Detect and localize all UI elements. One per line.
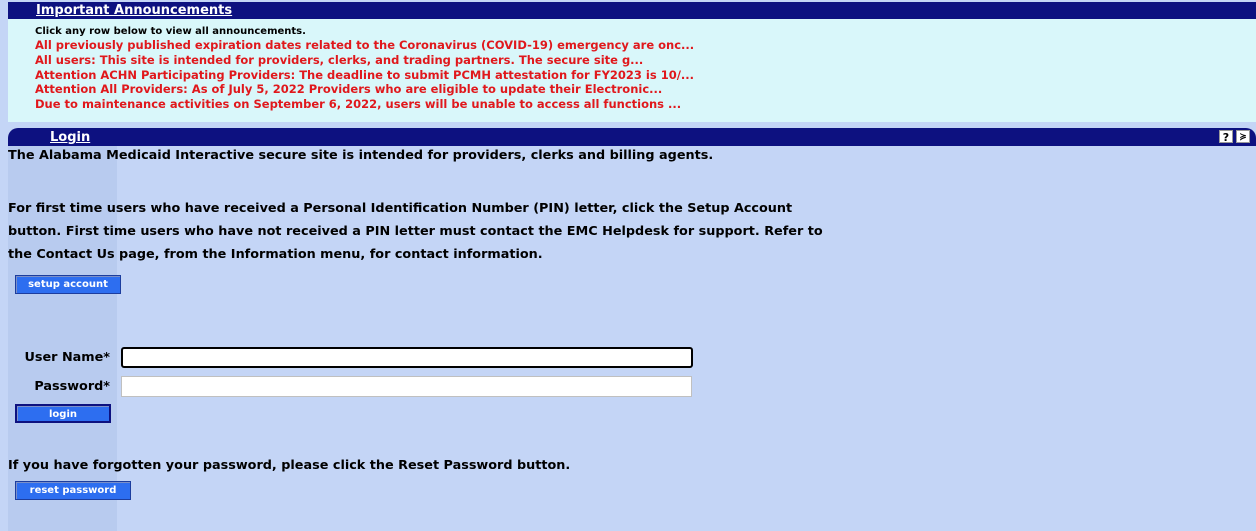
reset-password-button[interactable]: reset password	[15, 481, 131, 500]
forgot-password-text: If you have forgotten your password, ple…	[8, 458, 571, 473]
announcements-hint: Click any row below to view all announce…	[35, 26, 306, 37]
announcements-title: Important Announcements	[36, 3, 233, 18]
announcements-header: Important Announcements	[8, 2, 1256, 19]
username-label: User Name*	[24, 350, 110, 365]
announcement-row[interactable]: Attention ACHN Participating Providers: …	[35, 68, 1256, 83]
announcement-row[interactable]: Attention All Providers: As of July 5, 2…	[35, 82, 1256, 97]
announcements-panel: Click any row below to view all announce…	[8, 19, 1256, 122]
announcement-row[interactable]: Due to maintenance activities on Septemb…	[35, 97, 1256, 112]
login-header: Login ? ≽	[8, 128, 1256, 146]
username-input[interactable]	[121, 347, 693, 368]
login-button[interactable]: login	[15, 404, 111, 423]
announcement-row[interactable]: All previously published expiration date…	[35, 38, 1256, 53]
login-title: Login	[50, 130, 91, 145]
first-time-text-3: the Contact Us page, from the Informatio…	[8, 247, 543, 262]
password-label: Password*	[34, 379, 110, 394]
collapse-icon[interactable]: ≽	[1236, 130, 1250, 143]
intro-text: The Alabama Medicaid Interactive secure …	[8, 148, 714, 163]
announcement-row[interactable]: All users: This site is intended for pro…	[35, 53, 1256, 68]
help-icon[interactable]: ?	[1219, 130, 1233, 144]
first-time-text-1: For first time users who have received a…	[8, 201, 793, 216]
first-time-text-2: button. First time users who have not re…	[8, 224, 823, 239]
setup-account-button[interactable]: setup account	[15, 275, 121, 294]
password-input[interactable]	[121, 376, 692, 397]
